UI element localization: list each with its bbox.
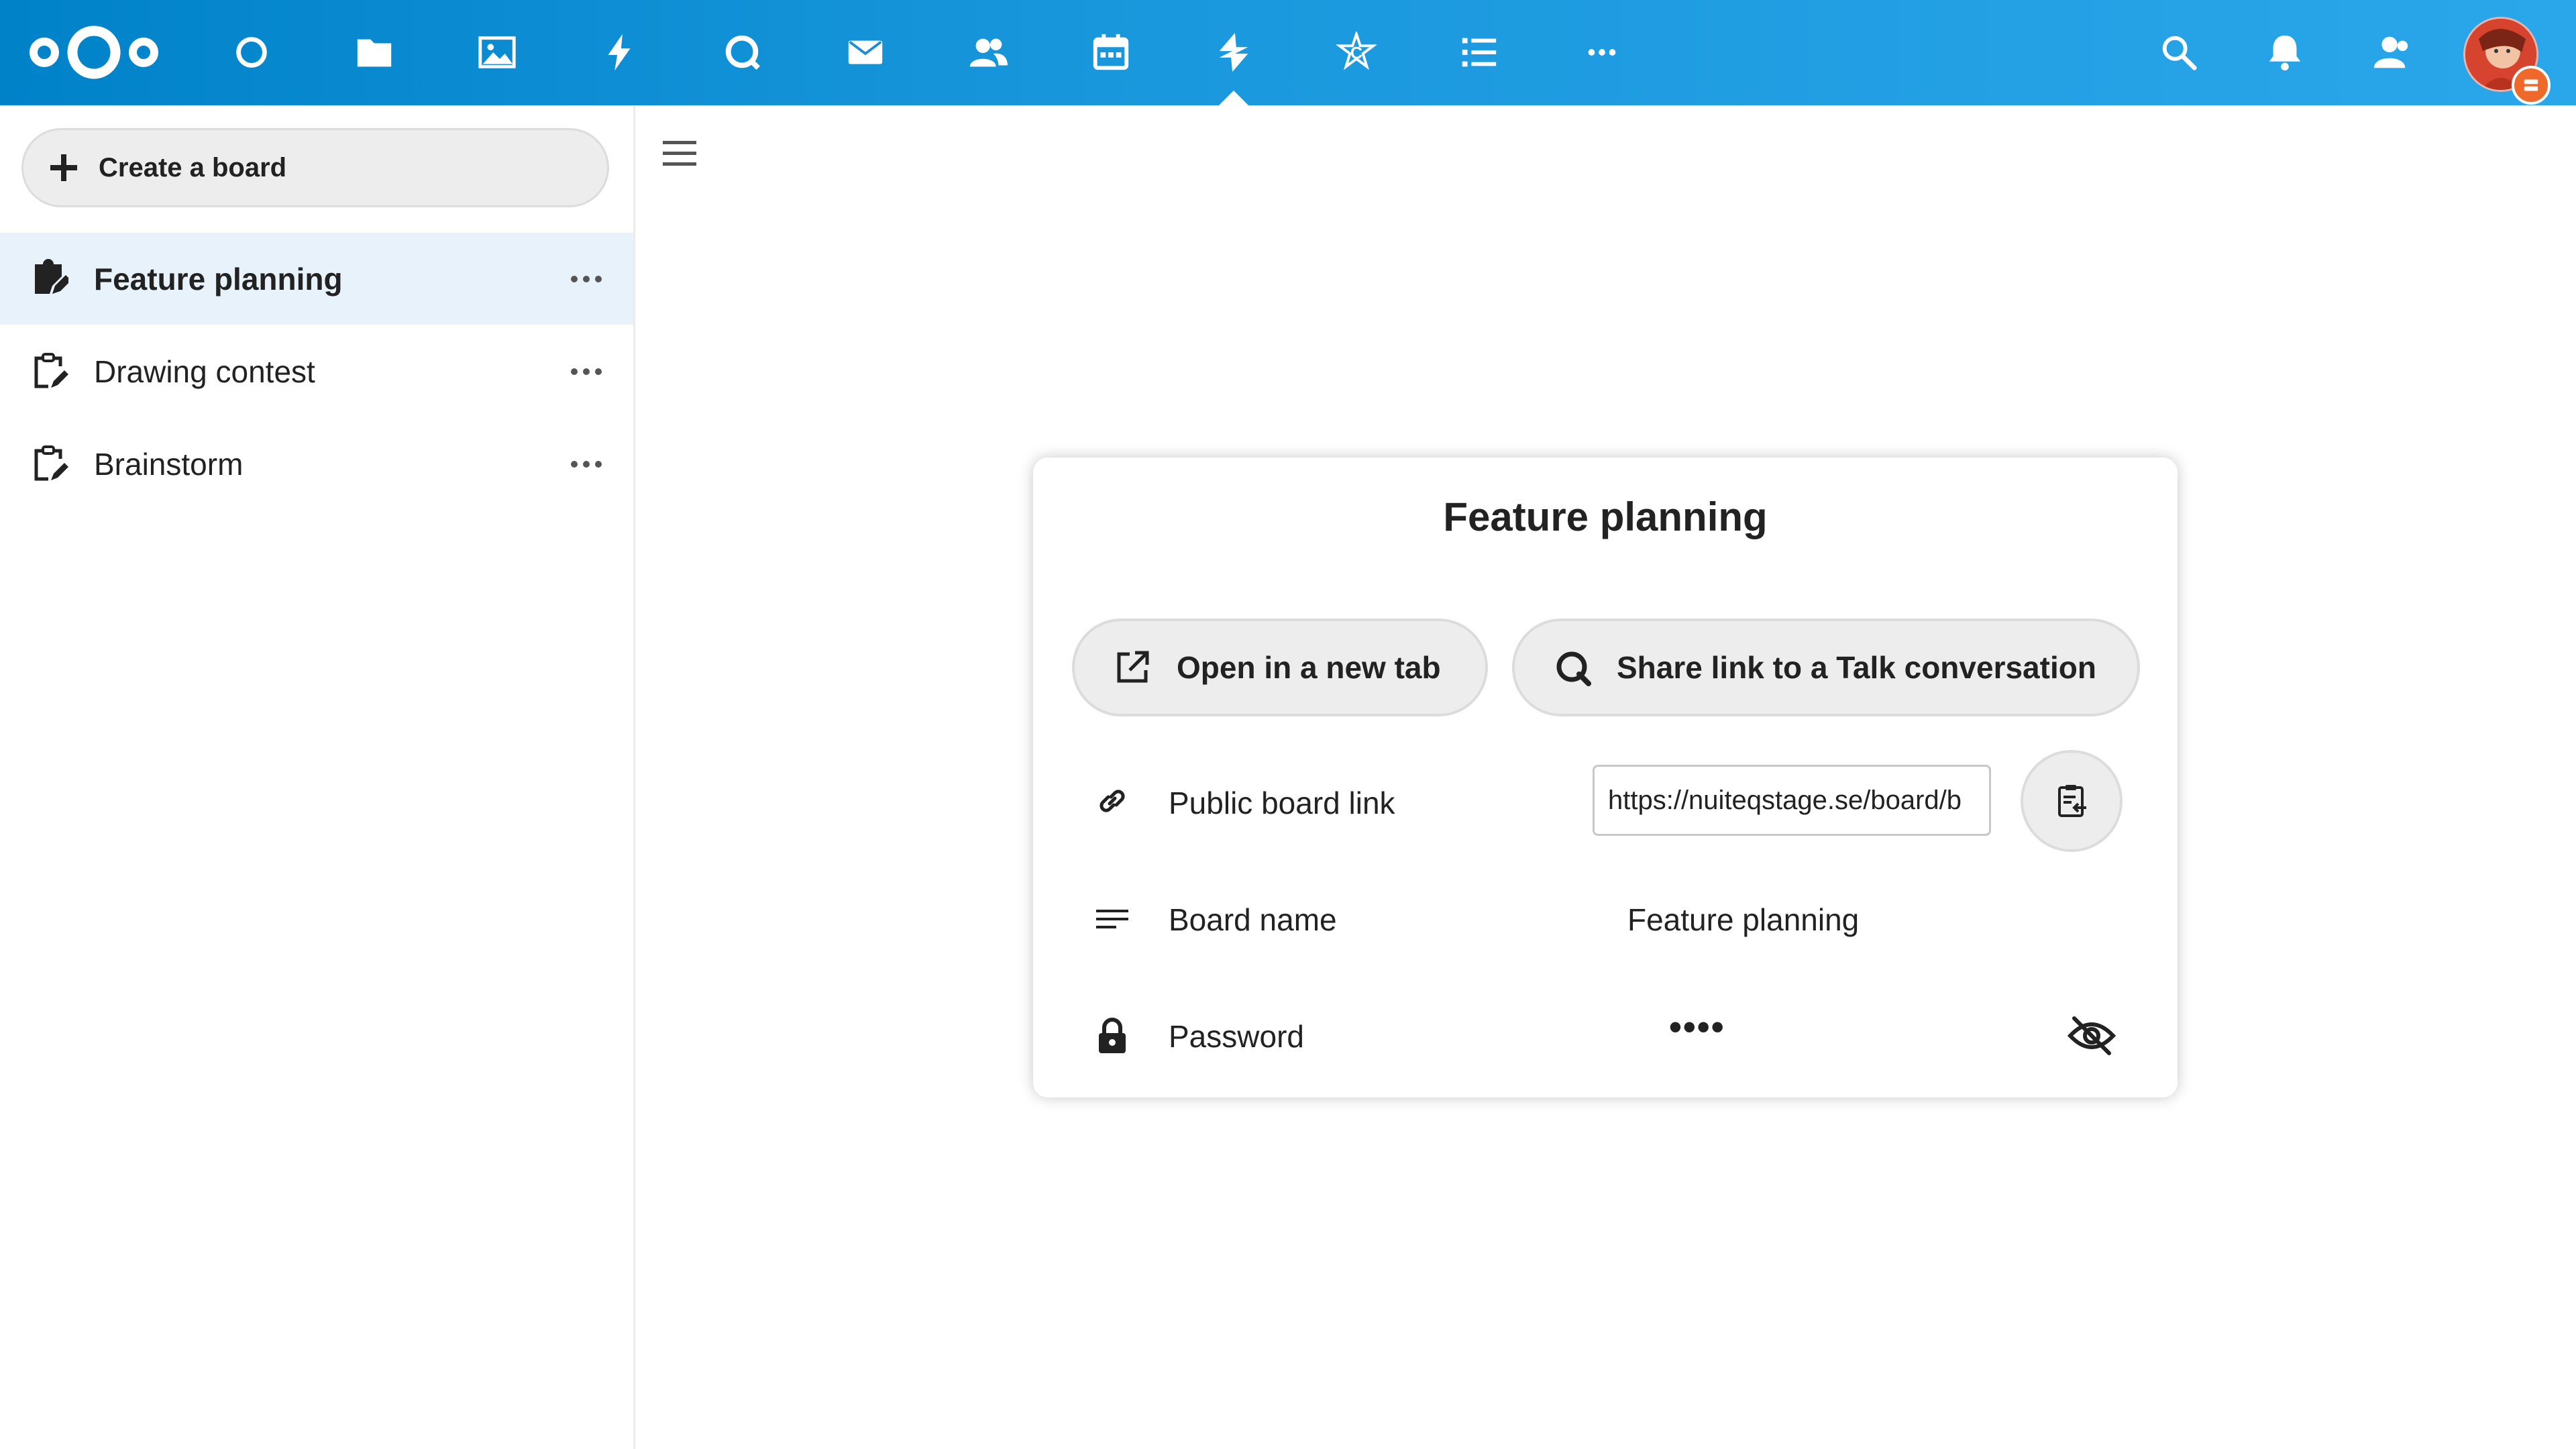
deck-icon[interactable] [1207,25,1260,79]
sidebar-board-brainstorm[interactable]: Brainstorm [0,418,633,510]
link-icon [1099,790,1125,812]
board-actions-icon[interactable] [568,365,605,378]
contacts-icon[interactable] [961,25,1015,79]
sidebar-board-drawing-contest[interactable]: Drawing contest [0,325,633,417]
dashboard-icon[interactable] [225,25,278,79]
board-filled-icon [35,258,68,294]
public-link-label: Public board link [1169,786,1395,820]
talk-icon[interactable] [716,25,769,79]
board-outline-icon [34,352,68,388]
share-talk-label: Share link to a Talk conversation [1617,650,2096,685]
board-outline-icon [34,445,68,480]
open-new-tab-label: Open in a new tab [1177,650,1441,685]
circles-icon[interactable]: C [1330,25,1383,79]
create-board-label: Create a board [99,152,287,182]
text-lines-icon [1096,910,1128,928]
activity-icon[interactable] [593,25,647,79]
open-new-tab-button[interactable]: Open in a new tab [1072,619,1488,716]
lock-icon [1099,1018,1126,1053]
create-board-button[interactable]: Create a board [21,128,609,207]
menu-toggle-icon[interactable] [660,138,699,169]
tasks-icon[interactable] [1452,25,1506,79]
svg-text:C: C [1350,44,1362,63]
public-link-input[interactable] [1593,765,1991,836]
files-icon[interactable] [347,25,401,79]
more-apps-icon[interactable] [1575,25,1629,79]
contacts-menu-icon[interactable] [2364,25,2418,79]
mail-icon[interactable] [839,25,892,79]
clipboard-copy-icon [2058,785,2086,817]
sidebar-board-feature-planning[interactable]: Feature planning [0,233,633,325]
top-navigation-bar: C [0,0,2576,105]
open-external-icon [1117,651,1149,683]
calendar-icon[interactable] [1084,25,1138,79]
board-label: Drawing contest [94,354,315,389]
plus-icon [50,154,77,181]
nextcloud-logo[interactable] [27,23,161,82]
board-label: Feature planning [94,261,343,297]
password-value[interactable]: •••• [1669,1006,1725,1048]
board-actions-icon[interactable] [568,458,605,471]
active-app-indicator [1219,91,1248,105]
talk-icon [1556,651,1591,686]
status-badge-icon [2512,66,2551,105]
notifications-icon[interactable] [2258,25,2312,79]
share-talk-button[interactable]: Share link to a Talk conversation [1512,619,2140,716]
board-label: Brainstorm [94,446,244,482]
copy-link-button[interactable] [2021,750,2123,852]
photos-icon[interactable] [470,25,524,79]
search-icon[interactable] [2152,25,2206,79]
dialog-title: Feature planning [1443,494,1768,539]
share-board-dialog: Feature planning Open in a new tab Share… [1033,458,2178,1097]
app-navigation-sidebar: Create a board Feature planning Drawing … [0,105,635,1449]
board-name-label: Board name [1169,902,1337,937]
board-name-value[interactable]: Feature planning [1627,902,1859,938]
password-label: Password [1169,1019,1304,1054]
eye-off-icon[interactable] [2065,1009,2118,1063]
board-actions-icon[interactable] [568,272,605,286]
